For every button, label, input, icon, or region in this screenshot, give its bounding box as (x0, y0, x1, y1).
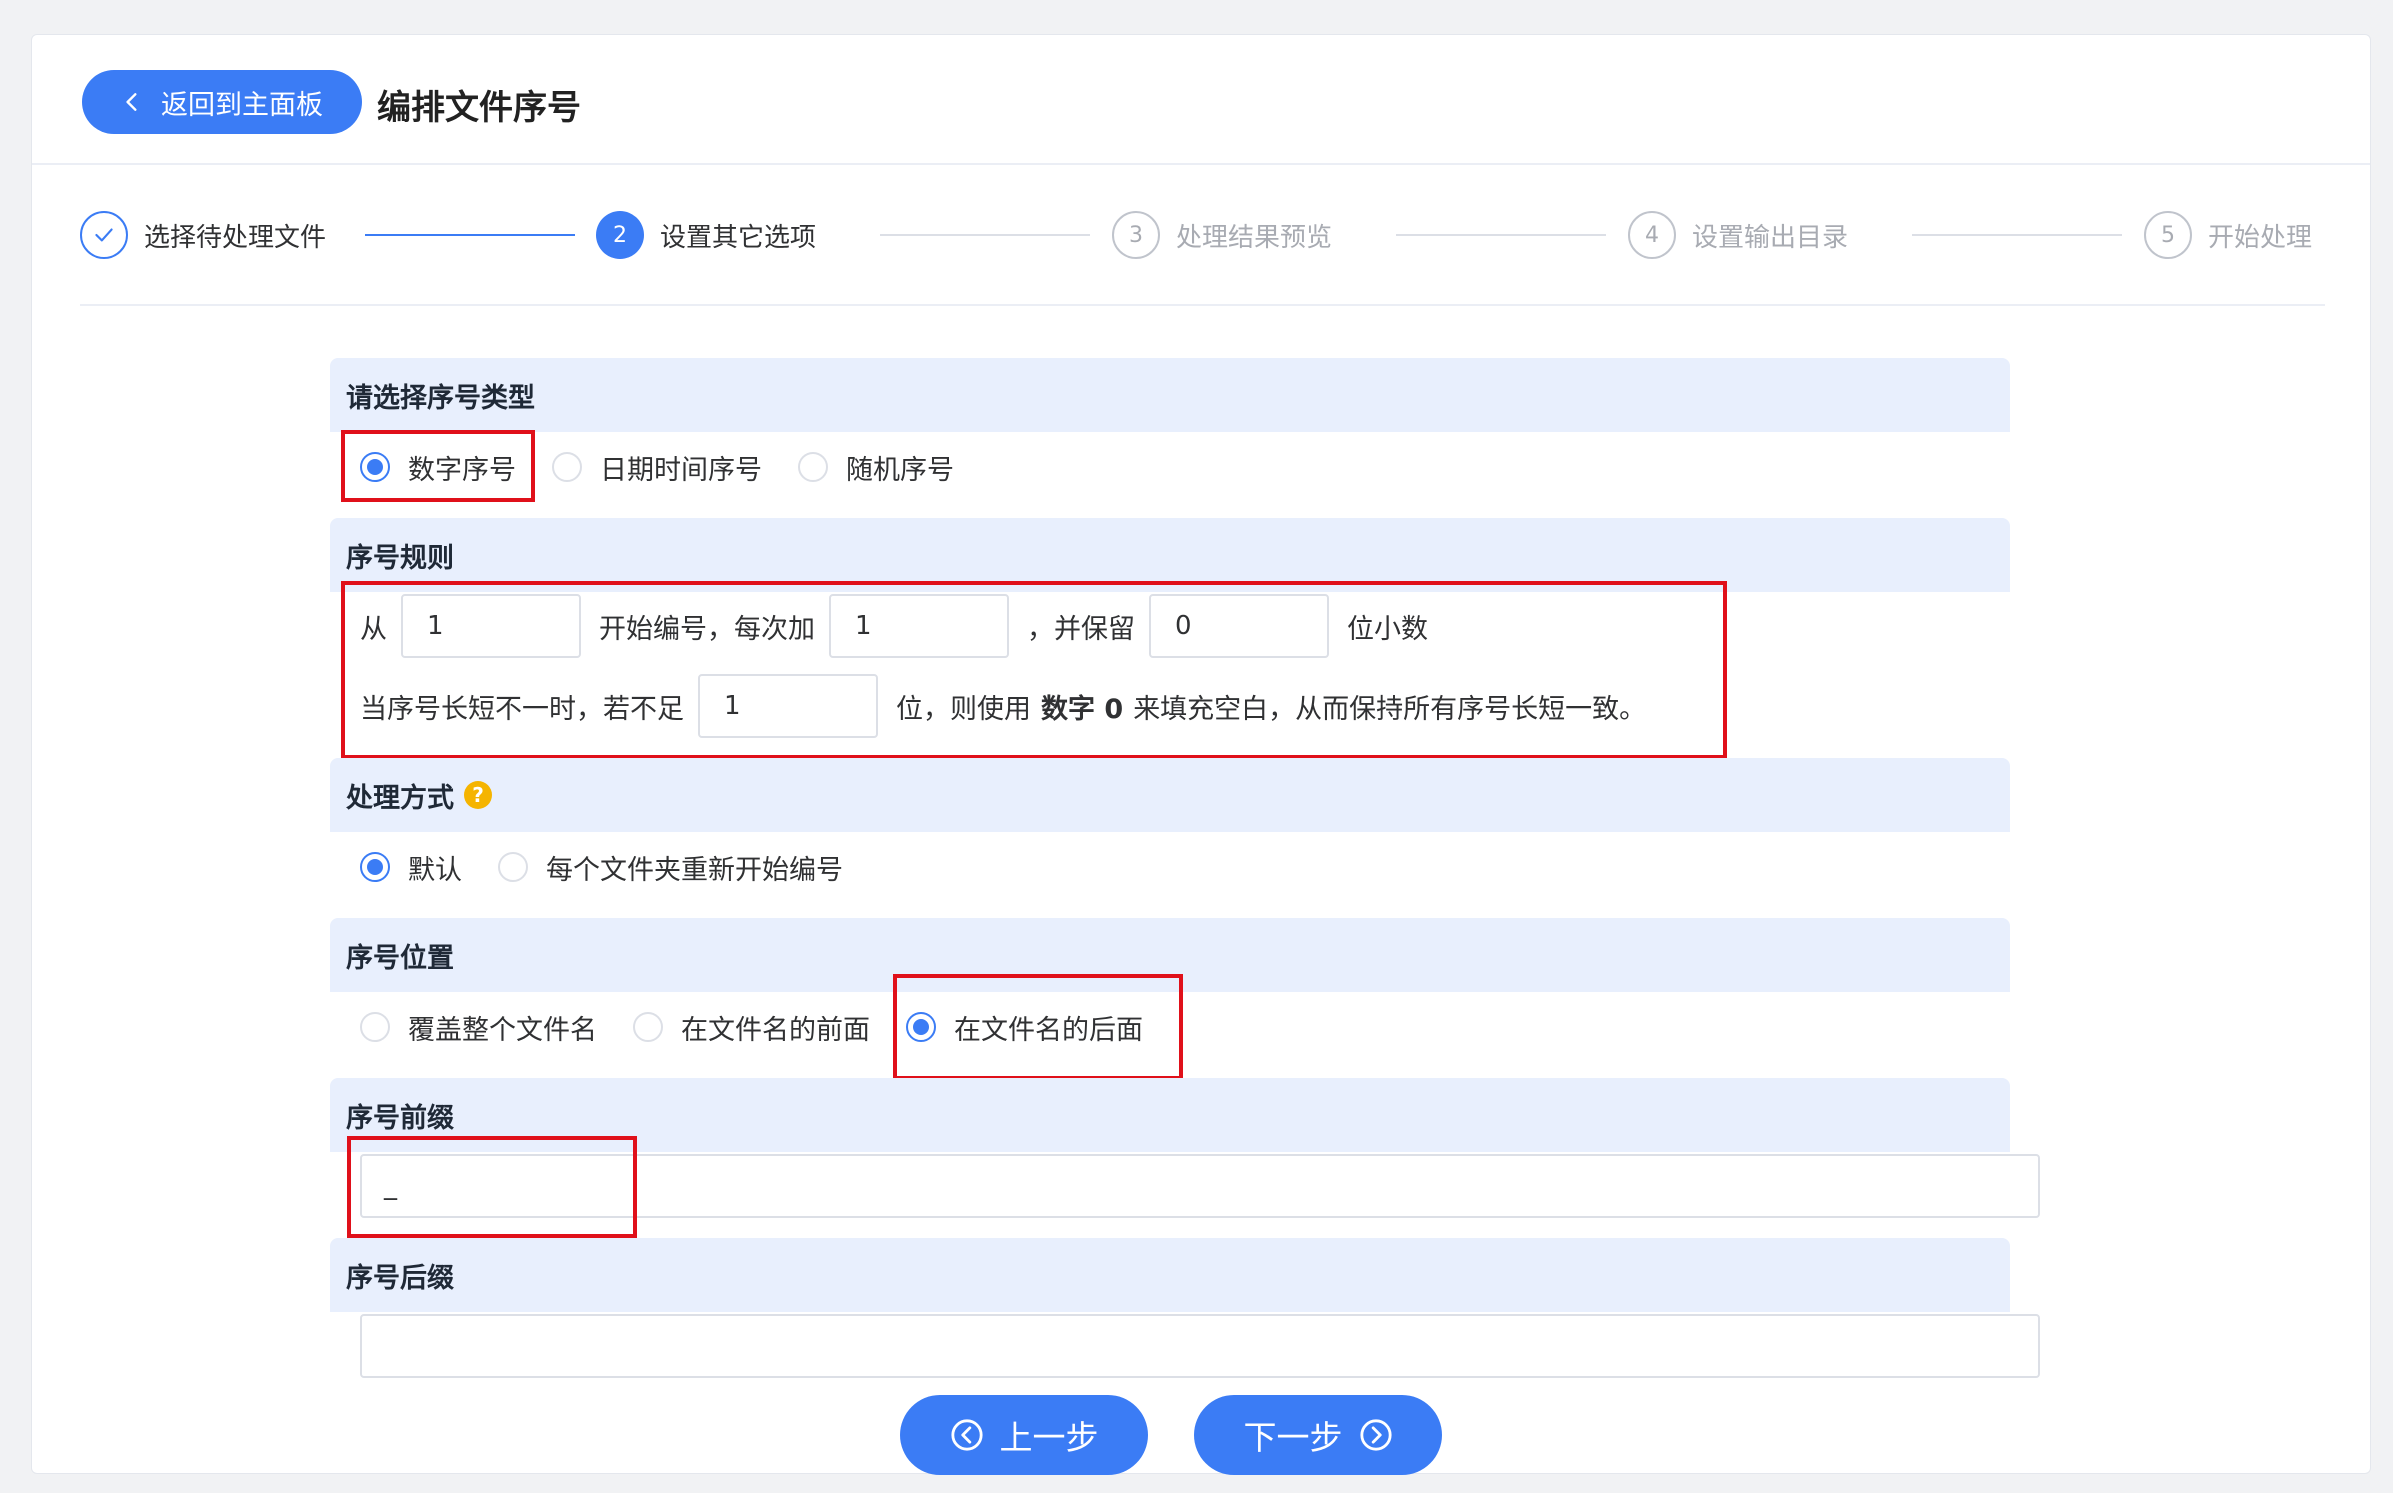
pad-label-post: 来填充空白，从而保持所有序号长短一致。 (1133, 693, 1647, 725)
step-connector (880, 234, 1090, 236)
radio-label: 每个文件夹重新开始编号 (546, 854, 843, 886)
suffix-input[interactable] (360, 1314, 2040, 1378)
step-4: 4 设置输出目录 (1628, 210, 1848, 260)
previous-step-label: 上一步 (999, 1418, 1099, 1457)
radio-random-serial[interactable]: 随机序号 (798, 448, 954, 487)
step-2: 2 设置其它选项 (596, 210, 816, 260)
serial-position-radio-group: 覆盖整个文件名 在文件名的前面 在文件名的后面 (360, 1002, 1179, 1052)
radio-label: 数字序号 (408, 454, 516, 486)
step-connector (1912, 234, 2122, 236)
circle-chevron-left-icon (950, 1419, 983, 1451)
suffix-section-title: 序号后缀 (330, 1238, 2010, 1312)
radio-dot (360, 452, 390, 482)
process-mode-section-header: 处理方式 ? (330, 758, 2010, 832)
previous-step-button[interactable]: 上一步 (900, 1395, 1148, 1475)
serial-type-radio-group: 数字序号 日期时间序号 随机序号 (360, 442, 990, 492)
radio-dot (360, 852, 390, 882)
radio-dot (552, 452, 582, 482)
radio-label: 默认 (408, 854, 462, 886)
radio-dot (360, 1012, 390, 1042)
process-mode-section-title: 处理方式 (346, 782, 454, 814)
step-label-text: 开始编号，每次加 (599, 613, 815, 645)
start-number-input[interactable]: 1 (401, 594, 581, 658)
step-connector (365, 234, 575, 236)
step-3: 3 处理结果预览 (1112, 210, 1332, 260)
radio-after-filename[interactable]: 在文件名的后面 (906, 1008, 1143, 1047)
radio-restart-per-folder[interactable]: 每个文件夹重新开始编号 (498, 848, 843, 887)
back-to-dashboard-button[interactable]: 返回到主面板 (82, 70, 362, 134)
radio-overwrite-filename[interactable]: 覆盖整个文件名 (360, 1008, 597, 1047)
serial-type-section-title: 请选择序号类型 (330, 358, 2010, 432)
step-number: 3 (1112, 211, 1160, 259)
step-number: 5 (2144, 211, 2192, 259)
serial-rule-section-title: 序号规则 (330, 518, 2010, 592)
from-label: 从 (360, 613, 387, 645)
check-icon (80, 211, 128, 259)
step-label: 设置输出目录 (1692, 222, 1849, 253)
prefix-section-title: 序号前缀 (330, 1078, 2010, 1152)
step-progress: 选择待处理文件 2 设置其它选项 3 处理结果预览 4 设置输出目录 5 开始处… (80, 210, 2325, 306)
radio-dot (798, 452, 828, 482)
radio-datetime-serial[interactable]: 日期时间序号 (552, 448, 762, 487)
serial-position-section-title: 序号位置 (330, 918, 2010, 992)
radio-label: 在文件名的前面 (681, 1014, 870, 1046)
serial-rule-row-1: 从 1 开始编号，每次加 1 ，并保留 0 位小数 (360, 594, 1428, 658)
radio-default-mode[interactable]: 默认 (360, 848, 462, 887)
step-label: 开始处理 (2208, 222, 2313, 253)
radio-numeric-serial[interactable]: 数字序号 (360, 448, 516, 487)
pad-label-mid: 位，则使用 (896, 693, 1031, 725)
step-connector (1396, 234, 1606, 236)
radio-dot (498, 852, 528, 882)
header: 返回到主面板 编排文件序号 (32, 35, 2370, 165)
radio-dot (906, 1012, 936, 1042)
radio-dot (633, 1012, 663, 1042)
pad-length-input[interactable]: 1 (698, 674, 878, 738)
chevron-left-icon (126, 93, 137, 111)
page-title: 编排文件序号 (377, 88, 581, 128)
step-5: 5 开始处理 (2144, 210, 2312, 260)
radio-label: 随机序号 (846, 454, 954, 486)
step-label: 选择待处理文件 (144, 222, 327, 253)
next-step-button[interactable]: 下一步 (1194, 1395, 1442, 1475)
step-label: 处理结果预览 (1176, 222, 1333, 253)
process-mode-radio-group: 默认 每个文件夹重新开始编号 (360, 842, 879, 892)
radio-before-filename[interactable]: 在文件名的前面 (633, 1008, 870, 1047)
keep-label: ，并保留 (1027, 613, 1135, 645)
pad-char-label: 数字 0 (1041, 693, 1124, 725)
serial-rule-row-2: 当序号长短不一时，若不足 1 位，则使用 数字 0 来填充空白，从而保持所有序号… (360, 674, 1646, 738)
radio-label: 在文件名的后面 (954, 1014, 1143, 1046)
pad-label-pre: 当序号长短不一时，若不足 (360, 693, 684, 725)
decimals-label: 位小数 (1347, 613, 1428, 645)
step-label: 设置其它选项 (660, 222, 817, 253)
prefix-input[interactable]: _ (360, 1154, 2040, 1218)
circle-chevron-right-icon (1359, 1419, 1392, 1451)
next-step-label: 下一步 (1243, 1418, 1343, 1457)
increment-input[interactable]: 1 (829, 594, 1009, 658)
decimals-input[interactable]: 0 (1149, 594, 1329, 658)
back-button-label: 返回到主面板 (161, 89, 323, 121)
radio-label: 日期时间序号 (600, 454, 762, 486)
step-number: 2 (596, 211, 644, 259)
step-number: 4 (1628, 211, 1676, 259)
radio-label: 覆盖整个文件名 (408, 1014, 597, 1046)
help-icon[interactable]: ? (464, 781, 492, 809)
step-1: 选择待处理文件 (80, 210, 326, 260)
